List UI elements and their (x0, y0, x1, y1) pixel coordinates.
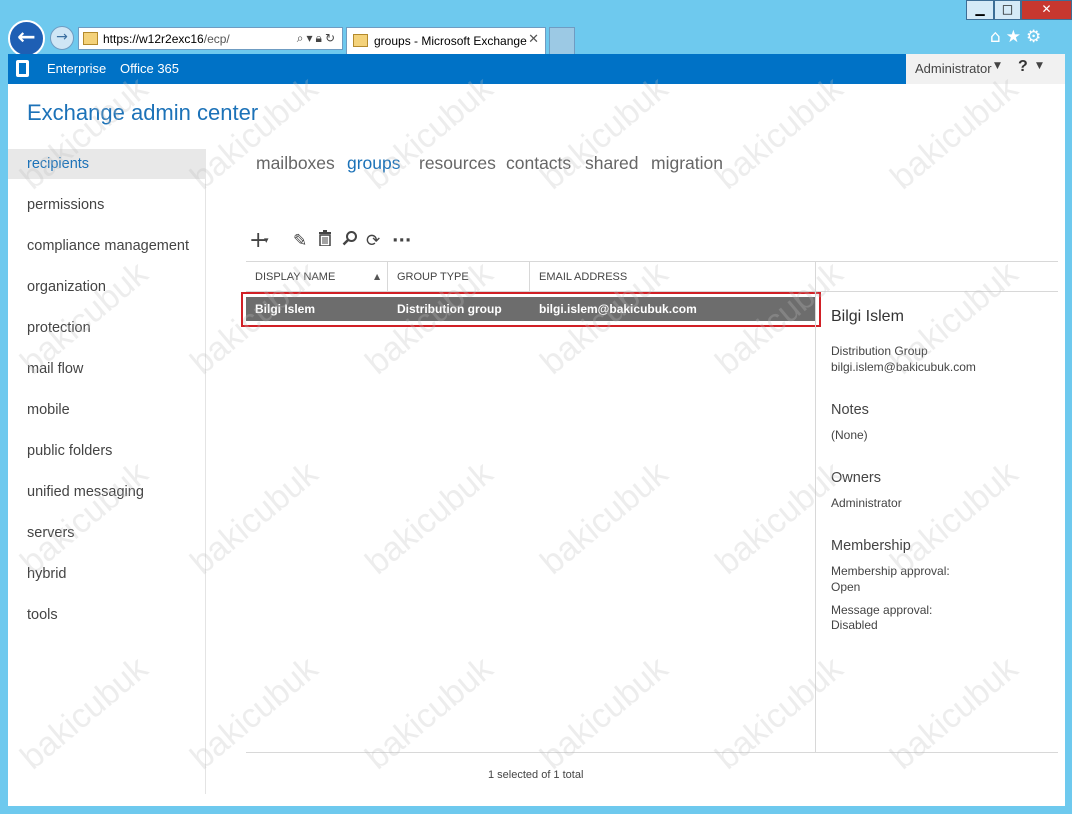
app-title: Exchange admin center (27, 100, 259, 125)
watermark-text: bakicubuk (708, 69, 851, 197)
page-viewport: Enterprise Office 365 Administrator ▼ ? … (8, 54, 1065, 806)
sidebar-item-public-folders[interactable]: public folders (8, 436, 206, 466)
watermark-text: bakicubuk (358, 649, 501, 777)
tab-resources[interactable]: resources (419, 153, 496, 174)
watermark-text: bakicubuk (883, 649, 1026, 777)
tab-title: groups - Microsoft Exchange (374, 34, 527, 48)
details-message-approval-label: Message approval: (831, 603, 933, 617)
lock-icon[interactable]: 🔒︎ (316, 31, 325, 45)
details-membership-approval-value: Open (831, 580, 861, 594)
watermark-text: bakicubuk (533, 69, 676, 197)
sidebar-item-mobile[interactable]: mobile (8, 395, 206, 425)
table-row[interactable]: Bilgi Islem Distribution group bilgi.isl… (246, 297, 816, 321)
watermark-text: bakicubuk (708, 454, 851, 582)
sidebar-item-hybrid[interactable]: hybrid (8, 559, 206, 589)
watermark-text: bakicubuk (358, 454, 501, 582)
sidebar-item-protection[interactable]: protection (8, 313, 206, 343)
details-divider (815, 261, 816, 752)
browser-icons: ⌂★⚙ (990, 27, 1046, 47)
search-icon[interactable] (342, 229, 358, 253)
new-tab-button[interactable] (549, 27, 575, 54)
office365-link[interactable]: Office 365 (120, 61, 179, 76)
watermark-text: bakicubuk (533, 649, 676, 777)
tab-groups[interactable]: groups (347, 153, 401, 174)
tab-contacts[interactable]: contacts (506, 153, 571, 174)
address-path: /ecp/ (203, 32, 230, 46)
tab-shared[interactable]: shared (585, 153, 639, 174)
details-membership-heading: Membership (831, 538, 911, 554)
details-email: bilgi.islem@bakicubuk.com (831, 360, 976, 374)
left-navigation: recipients permissions compliance manageme… (8, 149, 206, 794)
minimize-button[interactable]: ▁ (966, 0, 994, 20)
details-header-line (816, 261, 1058, 292)
settings-gear-icon[interactable]: ⚙ (1026, 27, 1046, 47)
sidebar-item-compliance-management[interactable]: compliance management (8, 231, 206, 261)
sort-ascending-icon[interactable]: ▲ (374, 262, 380, 292)
details-owners-heading: Owners (831, 470, 881, 486)
address-url[interactable]: https://w12r2exc16/ecp/ (103, 32, 230, 46)
address-tools[interactable]: ⌕▾🔒︎↻ (297, 31, 338, 46)
address-host: https://w12r2exc16 (103, 32, 204, 46)
details-notes-value: (None) (831, 428, 868, 442)
browser-chrome: ← → https://w12r2exc16/ecp/ ⌕▾🔒︎↻ groups… (0, 0, 1072, 57)
details-message-approval-value: Disabled (831, 618, 878, 632)
details-title: Bilgi Islem (831, 308, 904, 325)
close-window-button[interactable]: ✕ (1021, 0, 1072, 20)
maximize-button[interactable]: □ (994, 0, 1021, 20)
cell-email-address: bilgi.islem@bakicubuk.com (539, 302, 697, 316)
details-owners-value: Administrator (831, 496, 902, 510)
page-favicon-icon (83, 32, 98, 45)
tab-close-icon[interactable]: ✕ (528, 32, 539, 47)
selection-status: 1 selected of 1 total (488, 769, 584, 781)
column-header-display-name[interactable]: DISPLAY NAME (246, 262, 388, 292)
sidebar-item-organization[interactable]: organization (8, 272, 206, 302)
enterprise-link[interactable]: Enterprise (47, 61, 106, 76)
grid-footer-line (246, 752, 1058, 753)
help-icon[interactable]: ? (1018, 58, 1028, 76)
watermark-text: bakicubuk (883, 69, 1026, 197)
office365-bar: Enterprise Office 365 Administrator ▼ ? … (8, 54, 1065, 84)
back-arrow-icon[interactable]: ← (8, 20, 45, 57)
edit-icon[interactable]: ✎ (293, 229, 307, 253)
watermark-text: bakicubuk (708, 649, 851, 777)
more-icon[interactable]: ··· (392, 229, 411, 253)
sidebar-item-unified-messaging[interactable]: unified messaging (8, 477, 206, 507)
sidebar-item-servers[interactable]: servers (8, 518, 206, 548)
watermark-text: bakicubuk (533, 454, 676, 582)
browser-tab[interactable]: groups - Microsoft Exchange ✕ (346, 27, 546, 54)
add-dropdown-icon[interactable]: ▾ (264, 229, 269, 253)
home-icon[interactable]: ⌂ (990, 27, 1006, 47)
column-header-group-type[interactable]: GROUP TYPE (388, 262, 530, 292)
delete-icon[interactable] (318, 229, 332, 253)
sidebar-item-recipients[interactable]: recipients (8, 149, 206, 179)
grid-header: DISPLAY NAME ▲ GROUP TYPE EMAIL ADDRESS (246, 261, 816, 292)
user-caret-icon[interactable]: ▼ (994, 61, 1001, 71)
tab-migration[interactable]: migration (651, 153, 723, 174)
refresh-icon[interactable]: ⟳ (366, 229, 380, 253)
office-logo-icon[interactable] (16, 60, 29, 77)
refresh-icon[interactable]: ↻ (325, 31, 338, 45)
watermark-text: bakicubuk (358, 69, 501, 197)
search-icon[interactable]: ⌕ (297, 31, 307, 45)
cell-display-name: Bilgi Islem (255, 302, 316, 316)
details-group-type: Distribution Group (831, 344, 928, 358)
cell-group-type: Distribution group (397, 302, 502, 316)
column-header-email-address[interactable]: EMAIL ADDRESS (530, 262, 816, 292)
details-notes-heading: Notes (831, 402, 869, 418)
details-membership-approval-label: Membership approval: (831, 564, 950, 578)
address-bar[interactable]: https://w12r2exc16/ecp/ ⌕▾🔒︎↻ (78, 27, 343, 50)
sidebar-item-tools[interactable]: tools (8, 600, 206, 630)
sidebar-item-mail-flow[interactable]: mail flow (8, 354, 206, 384)
user-menu[interactable]: Administrator ▼ ? ▼ (906, 54, 1065, 84)
forward-arrow-icon[interactable]: → (50, 26, 74, 50)
user-name[interactable]: Administrator (915, 61, 992, 76)
favorites-star-icon[interactable]: ★ (1006, 27, 1026, 47)
help-caret-icon[interactable]: ▼ (1036, 61, 1043, 71)
tab-mailboxes[interactable]: mailboxes (256, 153, 335, 174)
tab-favicon-icon (353, 34, 368, 47)
sidebar-item-permissions[interactable]: permissions (8, 190, 206, 220)
dropdown-icon[interactable]: ▾ (307, 31, 316, 45)
